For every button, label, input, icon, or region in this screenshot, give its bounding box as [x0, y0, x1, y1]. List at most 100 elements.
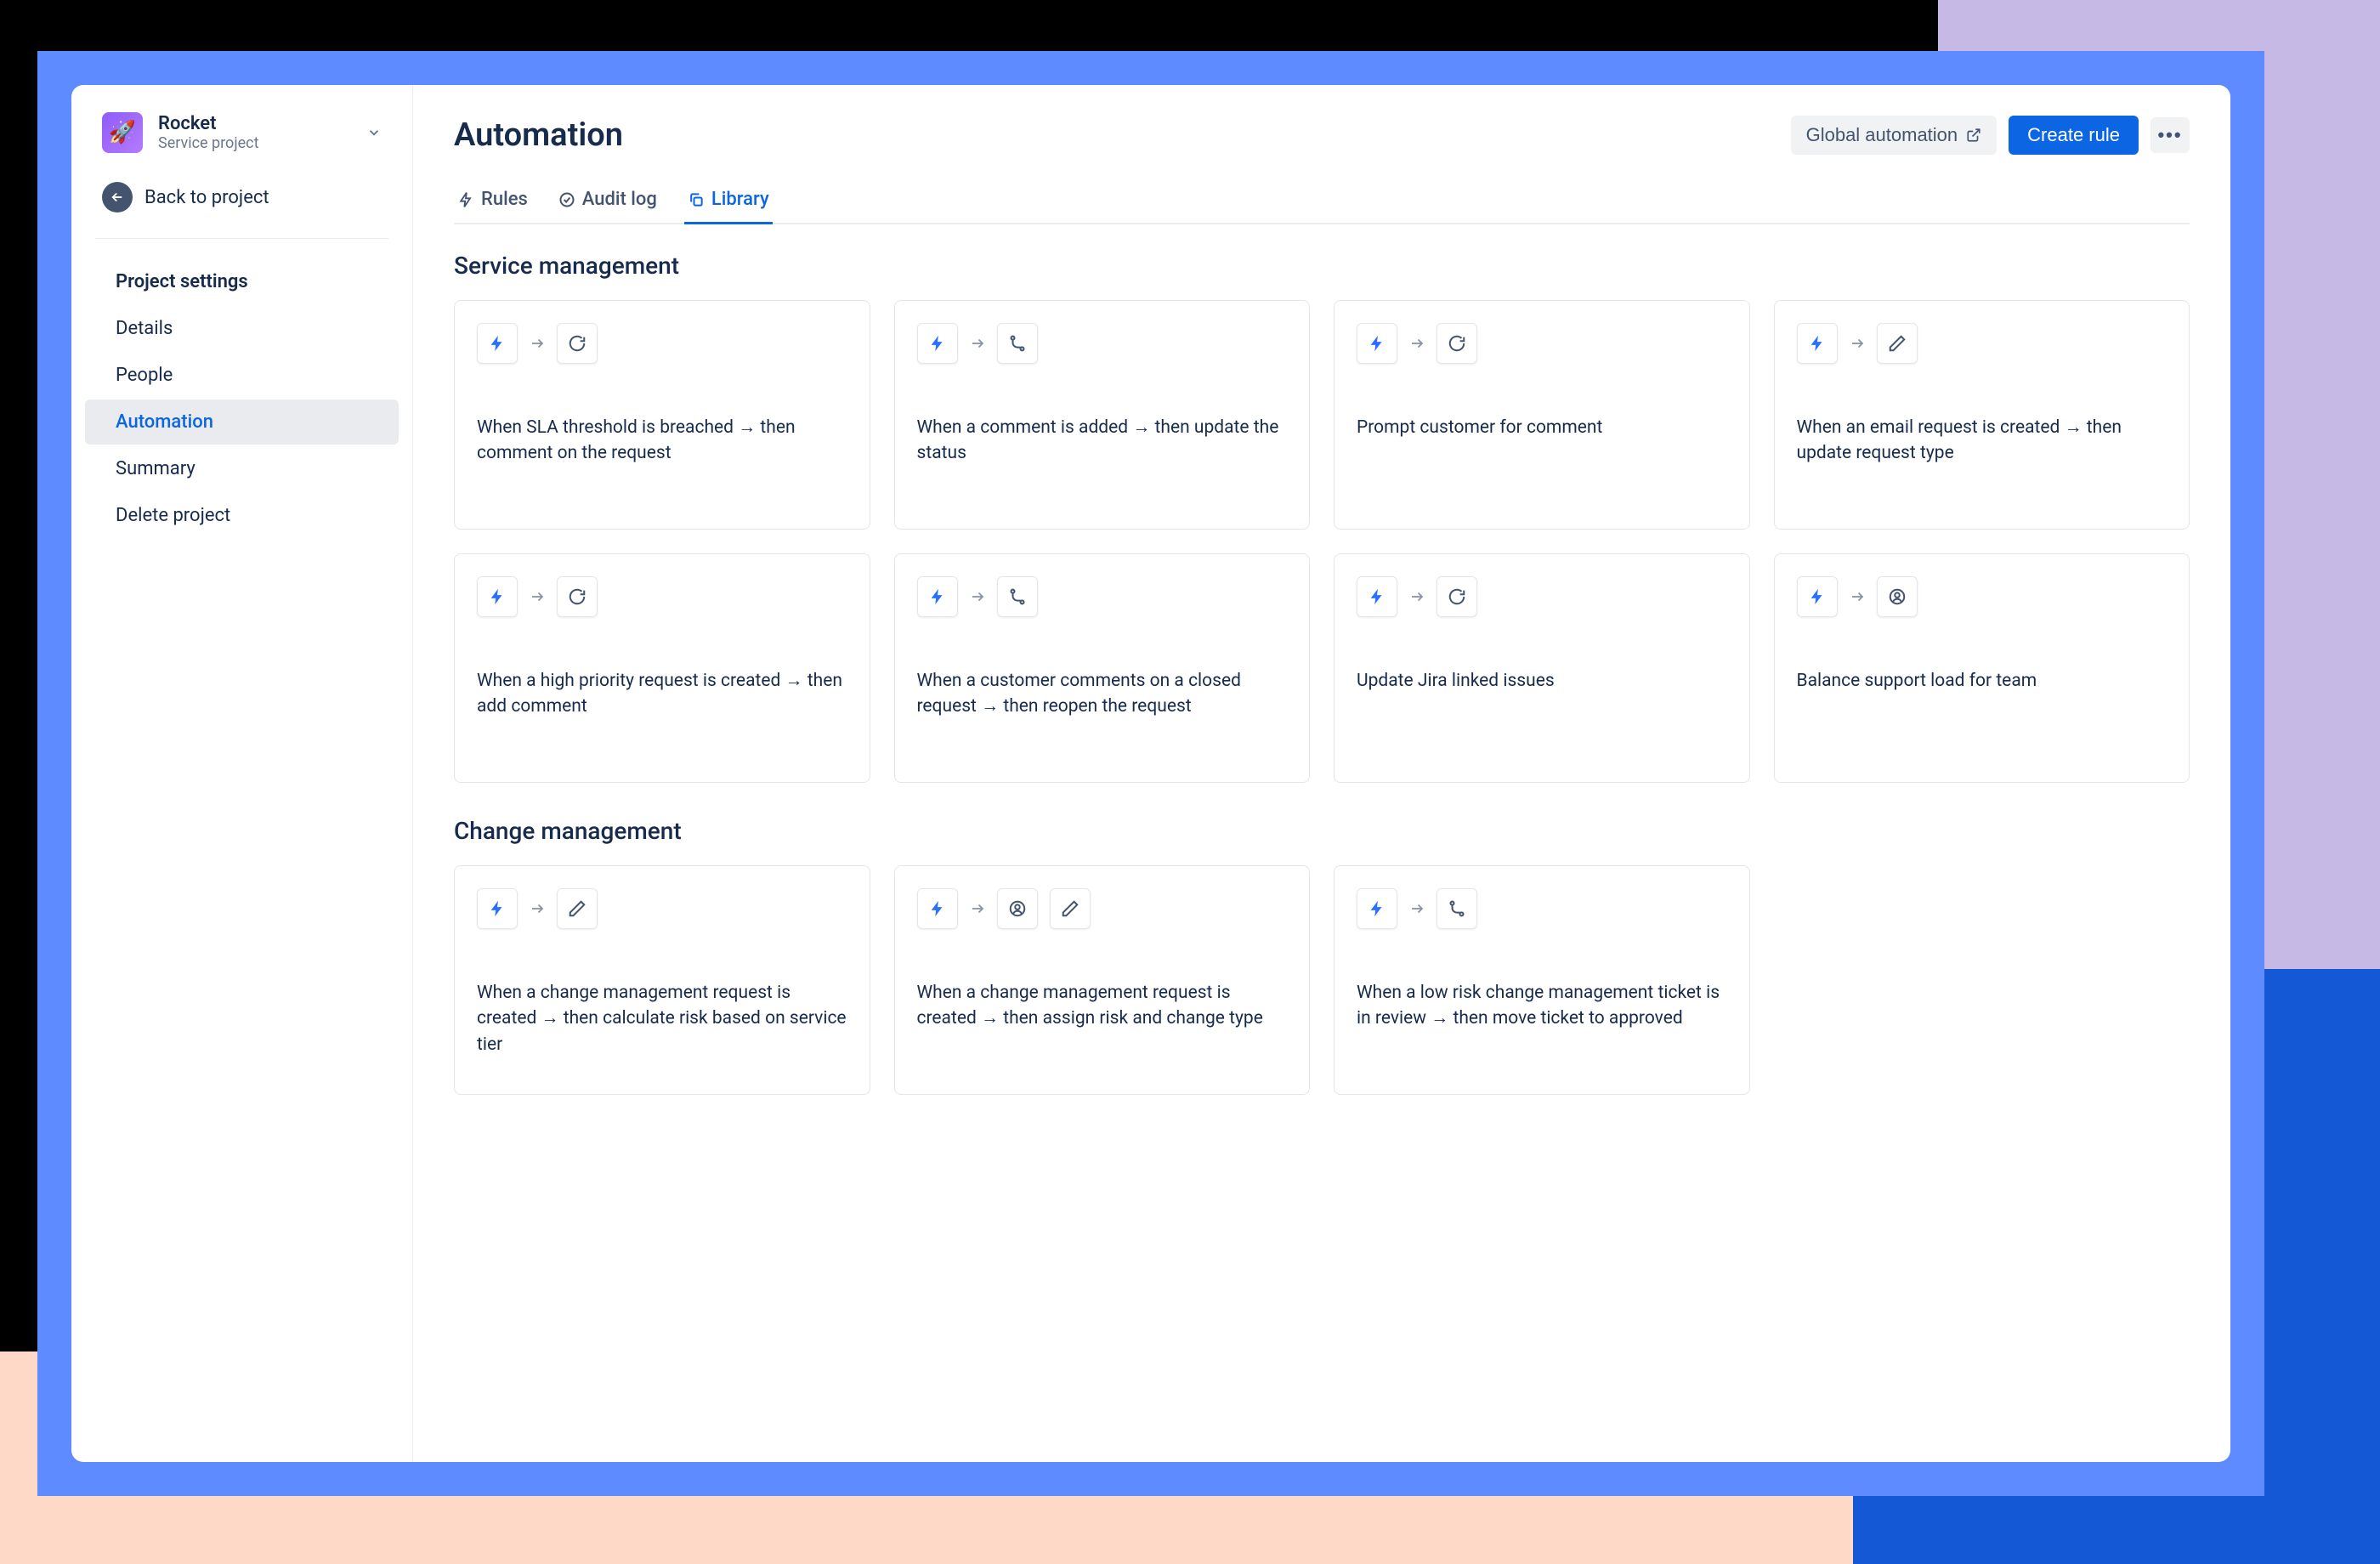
refresh-icon [1436, 576, 1477, 617]
arrow-right-icon [530, 901, 545, 916]
global-automation-button[interactable]: Global automation [1791, 116, 1998, 155]
app-window: 🚀 Rocket Service project Back to project… [71, 85, 2230, 1462]
card-description: Balance support load for team [1797, 668, 2168, 694]
automation-template-card[interactable]: When SLA threshold is breached → then co… [454, 300, 870, 530]
card-icons [917, 888, 1288, 929]
nav-header-project-settings: Project settings [85, 259, 399, 304]
card-description: Prompt customer for comment [1357, 415, 1727, 440]
bolt-icon [1797, 323, 1838, 364]
card-description: When an email request is created → then … [1797, 415, 2168, 467]
card-description: When a change management request is crea… [477, 980, 847, 1057]
main-header: Automation Global automation Create rule… [454, 116, 2190, 155]
section-title-change-management: Change management [454, 817, 2190, 845]
overflow-menu-button[interactable]: ••• [2150, 117, 2190, 153]
branch-icon [997, 576, 1038, 617]
automation-template-card[interactable]: When a high priority request is created … [454, 553, 870, 783]
person-icon [997, 888, 1038, 929]
bolt-icon [917, 576, 958, 617]
card-description: When a high priority request is created … [477, 668, 847, 720]
card-description: When a low risk change management ticket… [1357, 980, 1727, 1032]
cards-grid: When SLA threshold is breached → then co… [454, 300, 2190, 783]
section-title-service-management: Service management [454, 252, 2190, 280]
automation-template-card[interactable]: When a low risk change management ticket… [1334, 865, 1750, 1095]
sidebar-item-people[interactable]: People [85, 353, 399, 398]
arrow-right-icon [970, 336, 985, 351]
copy-icon [688, 191, 705, 208]
automation-template-card[interactable]: Update Jira linked issues [1334, 553, 1750, 783]
refresh-icon [557, 576, 598, 617]
arrow-right-icon [530, 589, 545, 604]
tabs: Rules Audit log Library [454, 180, 2190, 224]
tab-library[interactable]: Library [684, 180, 773, 224]
automation-template-card[interactable]: When a customer comments on a closed req… [894, 553, 1311, 783]
back-to-project-link[interactable]: Back to project [71, 170, 412, 235]
tab-audit-log[interactable]: Audit log [555, 180, 660, 224]
bolt-icon [1797, 576, 1838, 617]
page-title: Automation [454, 116, 623, 154]
card-icons [477, 888, 847, 929]
create-rule-button[interactable]: Create rule [2009, 116, 2139, 155]
back-arrow-icon [102, 182, 133, 212]
card-icons [1357, 323, 1727, 364]
card-icons [1357, 576, 1727, 617]
bolt-icon [477, 576, 518, 617]
project-type: Service project [158, 134, 351, 152]
arrow-right-icon [1850, 589, 1865, 604]
card-icons [477, 576, 847, 617]
header-actions: Global automation Create rule ••• [1791, 116, 2190, 155]
branch-icon [997, 323, 1038, 364]
bolt-icon [477, 888, 518, 929]
card-icons [1797, 323, 2168, 364]
card-icons [1357, 888, 1727, 929]
tab-label: Audit log [582, 189, 657, 210]
card-icons [917, 323, 1288, 364]
card-description: When a customer comments on a closed req… [917, 668, 1288, 720]
automation-template-card[interactable]: When a comment is added → then update th… [894, 300, 1311, 530]
bolt-icon [917, 323, 958, 364]
sidebar-item-delete-project[interactable]: Delete project [85, 493, 399, 538]
card-description: Update Jira linked issues [1357, 668, 1727, 694]
arrow-right-icon [1850, 336, 1865, 351]
automation-template-card[interactable]: When an email request is created → then … [1774, 300, 2190, 530]
project-name: Rocket [158, 113, 351, 134]
bolt-icon [917, 888, 958, 929]
cards-grid: When a change management request is crea… [454, 865, 2190, 1095]
automation-template-card[interactable]: Balance support load for team [1774, 553, 2190, 783]
outer-frame: 🚀 Rocket Service project Back to project… [37, 51, 2264, 1496]
arrow-right-icon [530, 336, 545, 351]
card-icons [917, 576, 1288, 617]
refresh-icon [1436, 323, 1477, 364]
card-icons [1797, 576, 2168, 617]
card-icons [477, 323, 847, 364]
project-selector[interactable]: 🚀 Rocket Service project [71, 109, 412, 170]
bolt-icon [1357, 323, 1397, 364]
check-circle-icon [558, 191, 575, 208]
automation-template-card[interactable]: Prompt customer for comment [1334, 300, 1750, 530]
automation-template-card[interactable]: When a change management request is crea… [454, 865, 870, 1095]
branch-icon [1436, 888, 1477, 929]
sidebar-divider [95, 238, 388, 239]
external-link-icon [1966, 128, 1981, 143]
sidebar: 🚀 Rocket Service project Back to project… [71, 85, 413, 1462]
card-description: When a change management request is crea… [917, 980, 1288, 1032]
sidebar-item-automation[interactable]: Automation [85, 400, 399, 445]
pencil-icon [557, 888, 598, 929]
sidebar-item-details[interactable]: Details [85, 306, 399, 351]
tab-label: Rules [481, 189, 528, 210]
arrow-right-icon [1409, 589, 1425, 604]
arrow-right-icon [970, 901, 985, 916]
arrow-right-icon [1409, 336, 1425, 351]
global-automation-label: Global automation [1806, 124, 1958, 146]
tab-rules[interactable]: Rules [454, 180, 531, 224]
automation-template-card[interactable]: When a change management request is crea… [894, 865, 1311, 1095]
project-avatar: 🚀 [102, 112, 143, 153]
person-icon [1877, 576, 1918, 617]
project-titles: Rocket Service project [158, 113, 351, 152]
bolt-icon [1357, 888, 1397, 929]
chevron-down-icon [366, 125, 382, 140]
bolt-icon [457, 191, 474, 208]
sidebar-item-summary[interactable]: Summary [85, 446, 399, 491]
arrow-right-icon [970, 589, 985, 604]
tab-label: Library [711, 189, 769, 210]
pencil-icon [1877, 323, 1918, 364]
